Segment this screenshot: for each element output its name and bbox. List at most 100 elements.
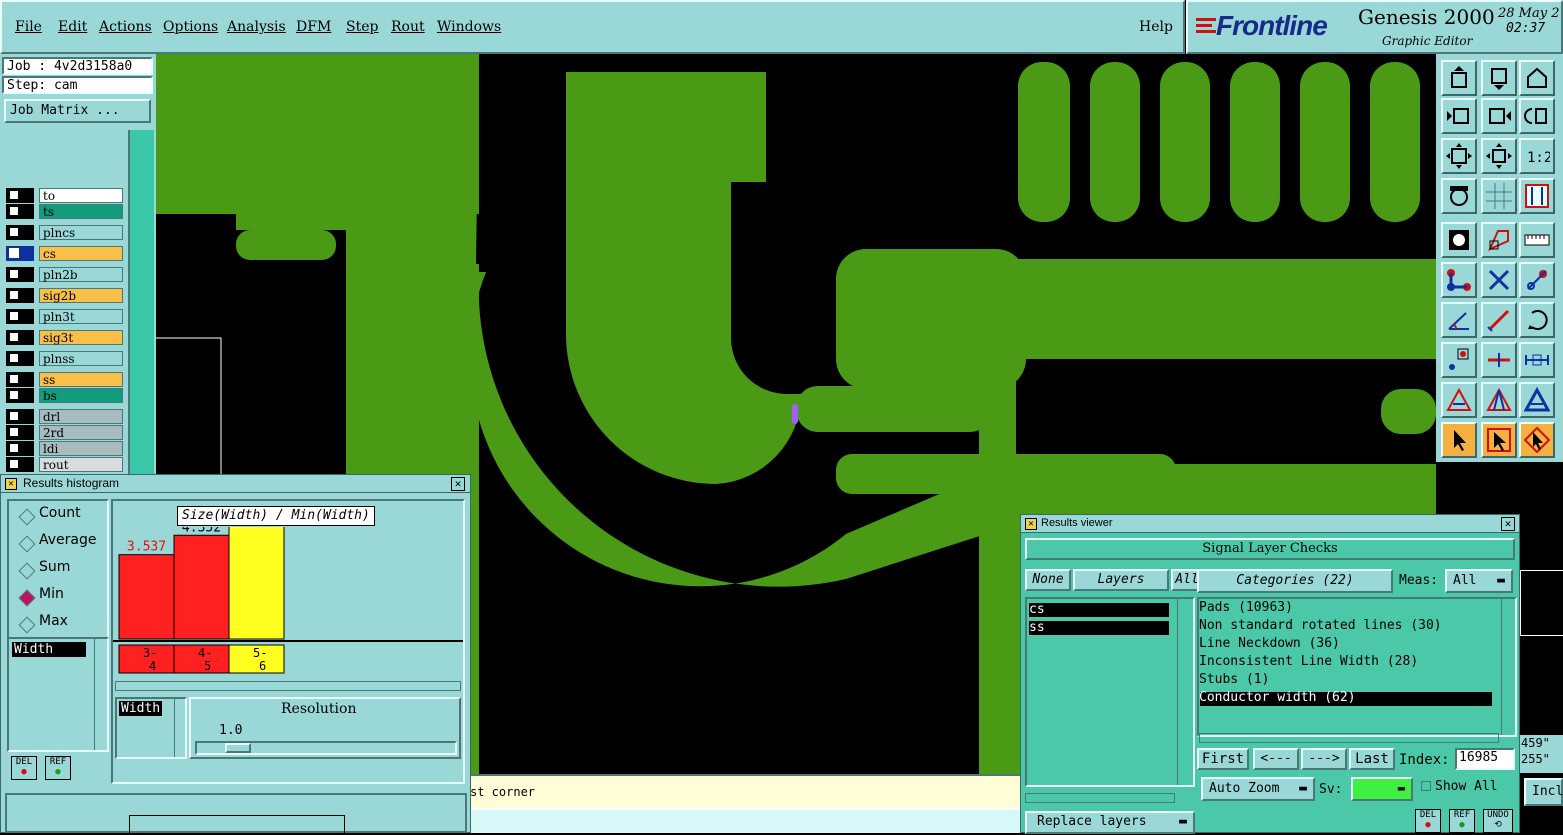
layer-item[interactable]: ss (1029, 621, 1169, 635)
incl-button[interactable]: Incl (1524, 778, 1563, 806)
layer-align-button[interactable] (1519, 178, 1555, 214)
window-menu-icon[interactable]: ✕ (1025, 518, 1037, 530)
category-item[interactable]: Conductor width (62) (1199, 690, 1356, 705)
grid-button[interactable] (1481, 178, 1517, 214)
layer-toggle-box[interactable] (6, 351, 34, 366)
layers-hscroll[interactable] (1025, 793, 1175, 803)
cross-point-button[interactable] (1481, 262, 1517, 298)
page-up-button[interactable] (1441, 60, 1477, 96)
layer-checkbox[interactable] (9, 427, 19, 437)
layer-checkbox[interactable] (9, 390, 19, 400)
histogram-bar[interactable] (118, 554, 175, 640)
arc-button[interactable] (1519, 302, 1555, 338)
resolution-slider[interactable] (195, 741, 457, 755)
menu-step[interactable]: Step (346, 19, 378, 35)
layer-checkbox[interactable] (9, 190, 19, 200)
layer-row-sig2b[interactable]: sig2b (6, 288, 126, 303)
width-list-scrollbar[interactable] (174, 699, 185, 757)
fit-profile-button[interactable] (1481, 138, 1517, 174)
layer-name[interactable]: pln2b (39, 267, 123, 282)
window-menu-icon[interactable]: ✕ (5, 478, 17, 490)
del-button[interactable]: DEL ● (11, 756, 37, 780)
histogram-bar[interactable] (173, 534, 230, 640)
menu-help[interactable]: Help (1139, 19, 1173, 35)
categories-scrollbar[interactable] (1501, 599, 1515, 735)
cursor-box-button[interactable] (1481, 422, 1517, 458)
mode-radio-min[interactable] (18, 589, 36, 607)
menu-rout[interactable]: Rout (391, 19, 425, 35)
layer-name[interactable]: plncs (39, 225, 123, 240)
category-item[interactable]: Line Neckdown (36) (1199, 636, 1340, 651)
layer-name[interactable]: ldi (39, 441, 123, 456)
width-list-item[interactable]: Width (119, 701, 163, 716)
ruler-button[interactable] (1519, 222, 1555, 258)
job-matrix-button[interactable]: Job Matrix ... (4, 99, 151, 123)
page-down-button[interactable] (1481, 60, 1517, 96)
next-button[interactable]: ---> (1301, 748, 1347, 770)
mark-point-button[interactable] (1519, 262, 1555, 298)
prev-button[interactable]: <--- (1253, 748, 1299, 770)
layer-checkbox[interactable] (9, 227, 19, 237)
cursor-diamond-button[interactable] (1519, 422, 1555, 458)
layer-checkbox[interactable] (9, 311, 19, 321)
layer-name[interactable]: bs (39, 388, 123, 403)
categories-hscroll[interactable] (1199, 733, 1499, 743)
layer-name[interactable]: pln3t (39, 309, 123, 324)
category-item[interactable]: Inconsistent Line Width (28) (1199, 654, 1418, 669)
menu-edit[interactable]: Edit (58, 19, 87, 35)
layer-checkbox[interactable] (9, 269, 19, 279)
layer-row-to[interactable]: to (6, 188, 126, 203)
layer-checkbox[interactable] (9, 459, 19, 469)
index-field[interactable]: 16985 (1455, 748, 1515, 770)
viewer-undo-button[interactable]: UNDO ⟲ (1483, 809, 1513, 833)
menu-options[interactable]: Options (163, 19, 218, 35)
layer-toggle-box[interactable] (6, 288, 34, 303)
layer-row-plncs[interactable]: plncs (6, 225, 126, 240)
select-feature-button[interactable] (1441, 222, 1477, 258)
connect-points-button[interactable] (1441, 262, 1477, 298)
layer-row-cs[interactable]: cs (6, 246, 126, 261)
layers-scrollbar[interactable] (1177, 599, 1191, 785)
layer-toggle-box[interactable] (6, 309, 34, 324)
histogram-bar[interactable] (228, 527, 285, 640)
auto-zoom-select[interactable]: Auto Zoom ▬ (1201, 777, 1315, 801)
viewer-ref-button[interactable]: REF ● (1449, 809, 1475, 833)
menu-dfm[interactable]: DFM (296, 19, 331, 35)
menu-actions[interactable]: Actions (99, 19, 152, 35)
mode-radio-sum[interactable] (18, 562, 36, 580)
layer-row-ldi[interactable]: ldi (6, 441, 126, 456)
sv-color-select[interactable]: ▬ (1351, 777, 1413, 801)
viewer-titlebar[interactable]: ✕ Results viewer ✕ (1021, 515, 1519, 533)
dimension-button[interactable] (1519, 342, 1555, 378)
layer-toggle-box[interactable] (6, 409, 34, 424)
layer-row-plnss[interactable]: plnss (6, 351, 126, 366)
layer-checkbox[interactable] (9, 353, 19, 363)
category-item[interactable]: Stubs (1) (1199, 672, 1269, 687)
last-button[interactable]: Last (1349, 748, 1395, 770)
zoom-back-button[interactable] (1519, 98, 1555, 134)
layer-row-2rd[interactable]: 2rd (6, 425, 126, 440)
histogram-titlebar[interactable]: ✕ Results histogram ✕ (1, 475, 470, 493)
menu-analysis[interactable]: Analysis (227, 19, 286, 35)
layers-button[interactable]: Layers (1073, 569, 1169, 591)
replace-layers-button[interactable]: Replace layers ▬ (1025, 811, 1195, 834)
layers-list[interactable]: cs ss (1025, 597, 1195, 787)
layer-toggle-box[interactable] (6, 204, 34, 219)
category-item[interactable]: Non standard rotated lines (30) (1199, 618, 1442, 633)
diagonal-line-button[interactable] (1481, 302, 1517, 338)
layer-toggle-box[interactable] (6, 372, 34, 387)
layer-checkbox[interactable] (9, 411, 19, 421)
snap-settings-button[interactable] (1441, 178, 1477, 214)
layer-name[interactable]: ss (39, 372, 123, 387)
layer-checkbox[interactable] (9, 290, 19, 300)
layer-toggle-box[interactable] (6, 267, 34, 282)
mode-radio-average[interactable] (18, 535, 36, 553)
category-item[interactable]: Pads (10963) (1199, 600, 1293, 615)
point-offset-button[interactable] (1441, 342, 1477, 378)
layer-row-pln3t[interactable]: pln3t (6, 309, 126, 324)
angle-button[interactable] (1441, 302, 1477, 338)
show-all-checkbox[interactable] (1421, 781, 1431, 791)
triangle-b-button[interactable] (1481, 382, 1517, 418)
ref-button[interactable]: REF ● (45, 756, 71, 780)
layer-name[interactable]: ts (39, 204, 123, 219)
